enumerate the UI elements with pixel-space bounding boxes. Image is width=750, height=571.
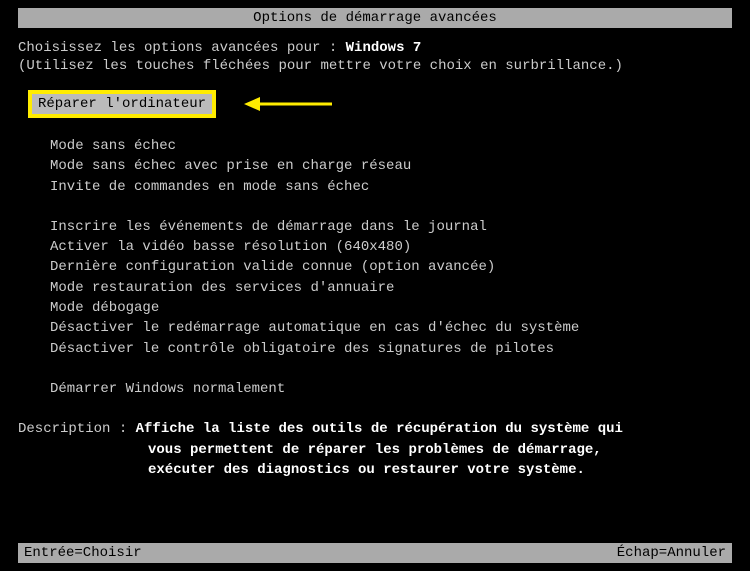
menu-item-safe-mode-network[interactable]: Mode sans échec avec prise en charge rés…	[50, 156, 732, 176]
menu-item-safe-mode[interactable]: Mode sans échec	[50, 136, 732, 156]
description-label: Description :	[18, 421, 136, 437]
menu-group-2: Inscrire les événements de démarrage dan…	[50, 217, 732, 359]
os-name: Windows 7	[346, 40, 422, 56]
description-line3: exécuter des diagnostics ou restaurer vo…	[148, 460, 732, 480]
footer-bar: Entrée=Choisir Échap=Annuler	[18, 543, 732, 563]
menu-group-3: Démarrer Windows normalement	[50, 379, 732, 399]
description-line2: vous permettent de réparer les problèmes…	[148, 440, 732, 460]
selected-row: Réparer l'ordinateur	[18, 90, 732, 118]
content-area: Choisissez les options avancées pour : W…	[0, 28, 750, 399]
menu-item-safe-mode-cmd[interactable]: Invite de commandes en mode sans échec	[50, 177, 732, 197]
description-block: Description : Affiche la liste des outil…	[0, 419, 750, 480]
intro-prefix: Choisissez les options avancées pour :	[18, 40, 346, 56]
description-line1: Affiche la liste des outils de récupérat…	[136, 421, 623, 437]
hint-line: (Utilisez les touches fléchées pour mett…	[18, 58, 732, 74]
title-text: Options de démarrage avancées	[253, 10, 497, 26]
footer-enter: Entrée=Choisir	[24, 545, 142, 561]
menu-item-start-normally[interactable]: Démarrer Windows normalement	[50, 379, 732, 399]
menu-item-boot-logging[interactable]: Inscrire les événements de démarrage dan…	[50, 217, 732, 237]
menu-item-ds-restore[interactable]: Mode restauration des services d'annuair…	[50, 278, 732, 298]
menu-item-disable-auto-restart[interactable]: Désactiver le redémarrage automatique en…	[50, 318, 732, 338]
annotation-arrow	[244, 94, 334, 114]
arrow-left-icon	[244, 94, 334, 114]
menu-item-last-known-good[interactable]: Dernière configuration valide connue (op…	[50, 257, 732, 277]
menu-item-repair[interactable]: Réparer l'ordinateur	[28, 90, 216, 118]
menu-group-1: Mode sans échec Mode sans échec avec pri…	[50, 136, 732, 197]
menu-item-disable-driver-sig[interactable]: Désactiver le contrôle obligatoire des s…	[50, 339, 732, 359]
menu-item-low-res-video[interactable]: Activer la vidéo basse résolution (640x4…	[50, 237, 732, 257]
menu-item-debug-mode[interactable]: Mode débogage	[50, 298, 732, 318]
intro-line: Choisissez les options avancées pour : W…	[18, 40, 732, 56]
footer-escape: Échap=Annuler	[617, 545, 726, 561]
title-bar: Options de démarrage avancées	[18, 8, 732, 28]
